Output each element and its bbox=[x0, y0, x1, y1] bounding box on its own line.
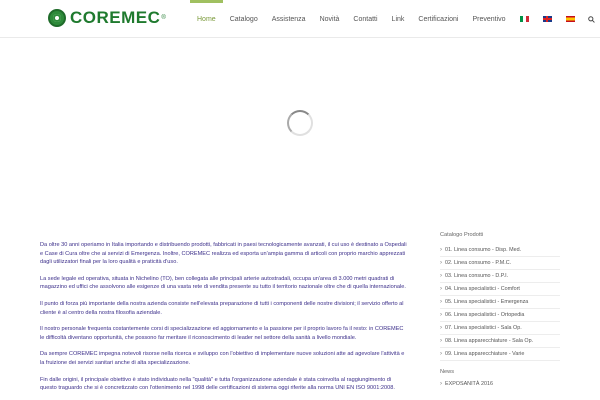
catalog-item[interactable]: › 03. Linea consumo - D.P.I. bbox=[440, 270, 560, 283]
strength-paragraph: Il punto di forza più importante della n… bbox=[40, 300, 404, 316]
nav-item-home[interactable]: Home bbox=[190, 0, 223, 38]
logo-registered-mark: ® bbox=[161, 15, 166, 21]
nav-item-certificazioni[interactable]: Certificazioni bbox=[411, 0, 465, 38]
catalog-item-label: 01. Linea consumo - Disp. Med. bbox=[445, 247, 522, 253]
catalog-item-label: 05. Linea specialistici - Emergenza bbox=[445, 299, 529, 305]
logo-text: COREMEC bbox=[70, 8, 161, 27]
catalog-item-label: 04. Linea specialistici - Comfort bbox=[445, 286, 520, 292]
catalog-item[interactable]: › 09. Linea apparecchiature - Varie bbox=[440, 348, 560, 361]
chevron-right-icon: › bbox=[440, 338, 442, 344]
catalog-title: Catalogo Prodotti bbox=[440, 232, 484, 238]
catalog-item[interactable]: › 02. Linea consumo - P.M.C. bbox=[440, 257, 560, 270]
news-item[interactable]: › EXPOSANITÀ 2016 bbox=[440, 381, 560, 387]
site-header: COREMEC ® Home Catalogo Assistenza Novit… bbox=[0, 0, 600, 38]
staff-paragraph: Il nostro personale frequenta costanteme… bbox=[40, 326, 404, 341]
flag-english-icon[interactable] bbox=[542, 16, 552, 22]
headquarters-paragraph: La sede legale ed operativa, situata in … bbox=[40, 275, 406, 291]
catalog-item[interactable]: › 01. Linea consumo - Disp. Med. bbox=[440, 244, 560, 257]
chevron-right-icon: › bbox=[440, 286, 442, 292]
nav-item-assistenza[interactable]: Assistenza bbox=[265, 0, 313, 38]
research-paragraph: Da sempre COREMEC impegna notevoli risor… bbox=[40, 351, 405, 366]
catalog-item[interactable]: › 06. Linea specialistici - Ortopedia bbox=[440, 309, 560, 322]
flag-italian-icon[interactable] bbox=[519, 16, 529, 22]
nav-item-novita[interactable]: Novità bbox=[313, 0, 347, 38]
flag-spanish-icon[interactable] bbox=[565, 16, 575, 22]
chevron-right-icon: › bbox=[440, 381, 442, 387]
catalog-item[interactable]: › 04. Linea specialistici - Comfort bbox=[440, 283, 560, 296]
news-title: News bbox=[440, 369, 454, 375]
catalog-item-label: 02. Linea consumo - P.M.C. bbox=[445, 260, 512, 266]
catalog-item-label: 03. Linea consumo - D.P.I. bbox=[445, 273, 509, 279]
catalog-item-label: 06. Linea specialistici - Ortopedia bbox=[445, 312, 525, 318]
loading-spinner bbox=[287, 110, 313, 136]
chevron-right-icon: › bbox=[440, 325, 442, 331]
catalog-item-label: 08. Linea apparecchiature - Sala Op. bbox=[445, 338, 534, 344]
logo-icon bbox=[48, 9, 66, 27]
intro-paragraph: Da oltre 30 anni operiamo in Italia impo… bbox=[40, 242, 407, 266]
chevron-right-icon: › bbox=[440, 351, 442, 357]
chevron-right-icon: › bbox=[440, 312, 442, 318]
main-content: Da oltre 30 anni operiamo in Italia impo… bbox=[40, 241, 408, 400]
quality-paragraph: Fin dalle origini, il principale obietti… bbox=[40, 376, 395, 392]
chevron-right-icon: › bbox=[440, 273, 442, 279]
catalog-item-label: 07. Linea specialistici - Sala Op. bbox=[445, 325, 522, 331]
catalog-item[interactable]: › 07. Linea specialistici - Sala Op. bbox=[440, 322, 560, 335]
catalog-item[interactable]: › 08. Linea apparecchiature - Sala Op. bbox=[440, 335, 560, 348]
news-item-label: EXPOSANITÀ 2016 bbox=[445, 381, 493, 387]
catalog-item-label: 09. Linea apparecchiature - Varie bbox=[445, 351, 525, 357]
nav-item-preventivo[interactable]: Preventivo bbox=[465, 0, 512, 38]
nav-item-contatti[interactable]: Contatti bbox=[346, 0, 384, 38]
chevron-right-icon: › bbox=[440, 247, 442, 253]
search-button[interactable] bbox=[587, 0, 597, 38]
main-nav: Home Catalogo Assistenza Novità Contatti… bbox=[190, 0, 597, 38]
chevron-right-icon: › bbox=[440, 260, 442, 266]
nav-item-catalogo[interactable]: Catalogo bbox=[223, 0, 265, 38]
search-icon bbox=[588, 15, 595, 23]
chevron-right-icon: › bbox=[440, 299, 442, 305]
sidebar: Catalogo Prodotti › 01. Linea consumo - D… bbox=[440, 232, 560, 387]
catalog-item[interactable]: › 05. Linea specialistici - Emergenza bbox=[440, 296, 560, 309]
logo[interactable]: COREMEC ® bbox=[48, 8, 166, 28]
nav-item-link[interactable]: Link bbox=[385, 0, 412, 38]
